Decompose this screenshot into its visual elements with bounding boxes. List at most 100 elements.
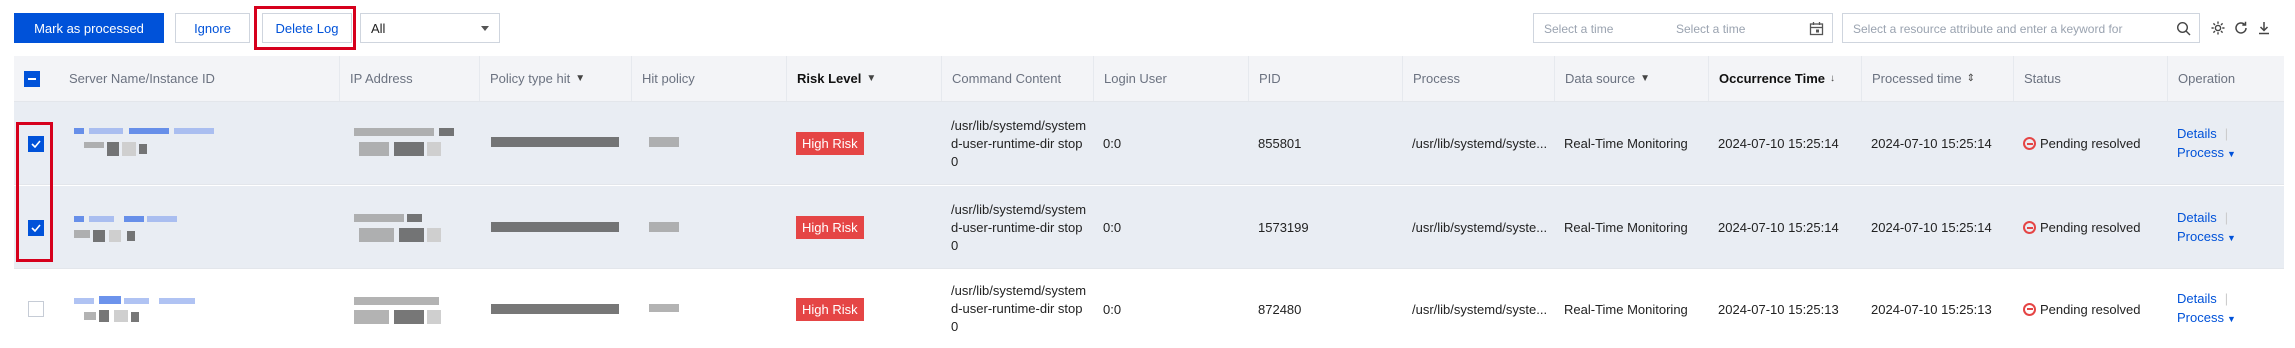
process-cell: /usr/lib/systemd/syste... [1402,186,1554,269]
status-text: Pending resolved [2040,301,2141,317]
risk-cell: High Risk [786,186,941,269]
command-text: /usr/lib/systemd/systemd-user-runtime-di… [951,117,1087,169]
command-cell: /usr/lib/systemd/systemd-user-runtime-di… [941,102,1093,185]
row-checkbox[interactable] [28,135,44,152]
col-command-label: Command Content [952,71,1062,86]
risk-badge: High Risk [796,132,864,155]
filter-icon[interactable]: ▼ [575,73,585,84]
col-status-label: Status [2024,71,2061,86]
details-link[interactable]: Details | [2177,208,2228,227]
login-user-text: 0:0 [1103,136,1122,151]
col-data-source-label: Data source [1565,71,1636,86]
pid-cell: 872480 [1248,270,1402,348]
details-link[interactable]: Details | [2177,124,2228,143]
processed-time-text: 2024-07-10 15:25:13 [1871,301,1992,317]
hit-policy-cell [631,270,786,348]
pending-icon [2023,137,2036,150]
col-operation[interactable]: Operation [2167,56,2284,101]
pid-cell: 855801 [1248,102,1402,185]
process-label: Process [2177,228,2224,244]
details-label: Details [2177,291,2217,306]
hit-policy-cell [631,102,786,185]
col-command[interactable]: Command Content [941,56,1093,101]
ignore-button[interactable]: Ignore [175,13,250,43]
col-ip-label: IP Address [350,71,413,86]
mark-as-processed-button[interactable]: Mark as processed [14,13,164,43]
delete-log-button[interactable]: Delete Log [262,13,352,43]
risk-badge: High Risk [796,216,864,239]
col-hit-policy-label: Hit policy [642,71,695,86]
col-data-source[interactable]: Data source ▼ [1554,56,1708,101]
col-login-user[interactable]: Login User [1093,56,1248,101]
details-link[interactable]: Details | [2177,289,2228,308]
select-all-cell [14,56,62,101]
data-source-text: Real-Time Monitoring [1564,301,1688,317]
process-label: Process [2177,310,2224,325]
details-label: Details [2177,125,2217,141]
process-text: /usr/lib/systemd/syste... [1412,136,1548,151]
date-end: Select a time [1676,22,1746,36]
search-icon[interactable] [2176,21,2191,36]
pid-text: 855801 [1258,136,1302,151]
processed-time-text: 2024-07-10 15:25:14 [1871,136,1992,151]
table-row[interactable]: High Risk /usr/lib/systemd/systemd-user-… [14,102,2284,185]
row-checkbox-cell [18,102,44,185]
policy-type-cell [479,102,631,185]
risk-cell: High Risk [786,102,941,185]
status-text: Pending resolved [2040,220,2141,235]
col-processed-time[interactable]: Processed time ⇕ [1861,56,2013,101]
col-pid[interactable]: PID [1248,56,1402,101]
col-ip[interactable]: IP Address [339,56,479,101]
server-cell [59,102,339,185]
col-occurrence-time-label: Occurrence Time [1719,71,1825,86]
col-occurrence-time[interactable]: Occurrence Time ↓ [1708,56,1861,101]
data-source-text: Real-Time Monitoring [1564,220,1688,235]
col-hit-policy[interactable]: Hit policy [631,56,786,101]
processed-time-cell: 2024-07-10 15:25:14 [1861,186,2013,269]
sort-icon[interactable]: ⇕ [1967,73,1975,84]
date-range-picker[interactable]: Select a time Select a time [1533,13,1833,43]
command-text: /usr/lib/systemd/systemd-user-runtime-di… [951,283,1087,334]
occurrence-time-text: 2024-07-10 15:25:14 [1718,220,1839,235]
risk-cell: High Risk [786,270,941,348]
operation-cell: Details | Process ▼ [2167,102,2284,185]
status-cell: Pending resolved [2013,102,2167,185]
filter-select[interactable]: All [360,13,500,43]
details-label: Details [2177,209,2217,225]
col-status[interactable]: Status [2013,56,2167,101]
col-process[interactable]: Process [1402,56,1554,101]
process-text: /usr/lib/systemd/syste... [1412,220,1548,235]
select-all-checkbox[interactable] [24,70,40,87]
pending-icon [2023,221,2036,234]
data-source-cell: Real-Time Monitoring [1554,186,1708,269]
sort-icon[interactable]: ↓ [1830,73,1835,84]
col-server[interactable]: Server Name/Instance ID [59,56,339,101]
filter-icon[interactable]: ▼ [866,73,876,84]
hit-policy-cell [631,186,786,269]
col-risk-level[interactable]: Risk Level ▼ [786,56,941,101]
col-risk-level-label: Risk Level [797,71,862,86]
processed-time-cell: 2024-07-10 15:25:13 [1861,270,2013,348]
search-input[interactable]: Select a resource attribute and enter a … [1842,13,2200,43]
table-row[interactable]: High Risk /usr/lib/systemd/systemd-user-… [14,270,2284,348]
server-cell [59,270,339,348]
login-user-cell: 0:0 [1093,102,1248,185]
process-menu[interactable]: Process ▼ [2177,143,2236,164]
table-row[interactable]: High Risk /usr/lib/systemd/systemd-user-… [14,186,2284,269]
process-menu[interactable]: Process ▼ [2177,227,2236,248]
pid-text: 872480 [1258,301,1302,317]
processed-time-cell: 2024-07-10 15:25:14 [1861,102,2013,185]
filter-icon[interactable]: ▼ [1640,73,1650,84]
pid-cell: 1573199 [1248,186,1402,269]
filter-select-value: All [371,20,386,36]
col-policy-type[interactable]: Policy type hit ▼ [479,56,631,101]
toolbar: Mark as processed Ignore Delete Log All … [0,0,2295,52]
ip-cell [339,186,479,269]
row-checkbox[interactable] [28,219,44,236]
process-menu[interactable]: Process ▼ [2177,308,2236,329]
download-icon[interactable] [2254,18,2274,38]
settings-icon[interactable] [2208,18,2228,38]
col-process-label: Process [1413,71,1460,86]
row-checkbox[interactable] [28,301,44,317]
refresh-icon[interactable] [2231,18,2251,38]
